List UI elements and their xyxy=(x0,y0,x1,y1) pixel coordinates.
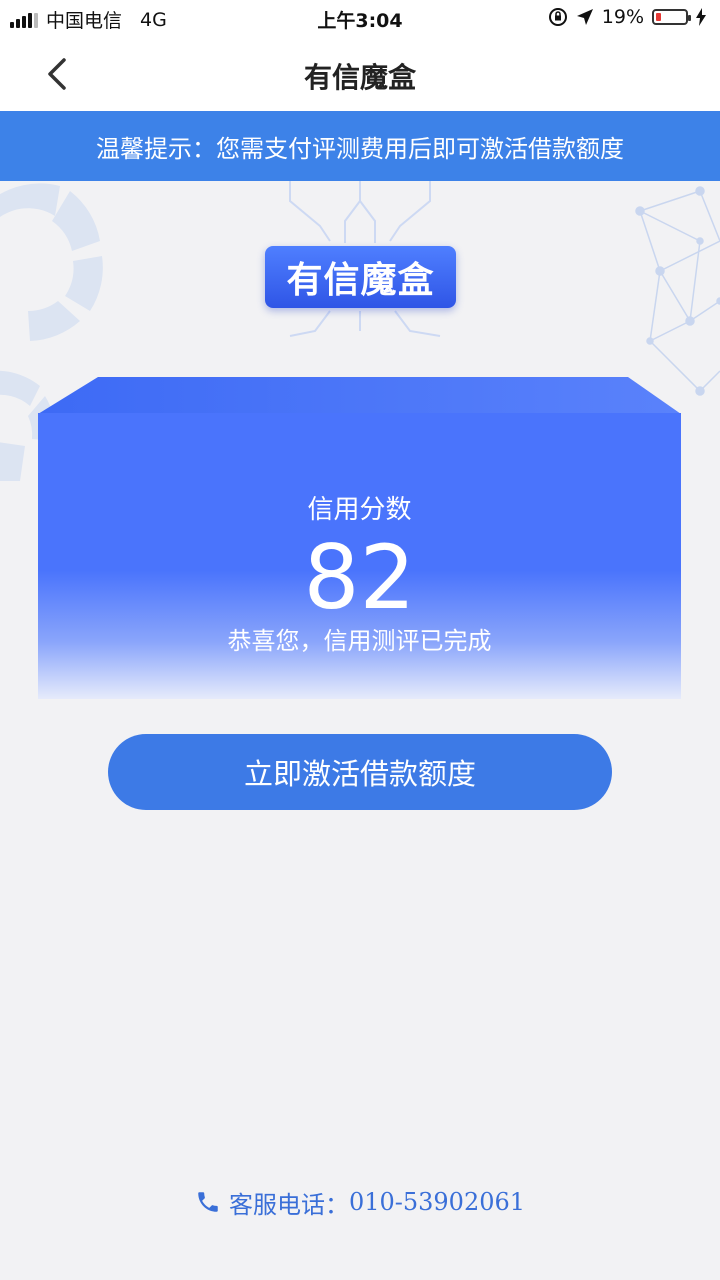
battery-percent: 19% xyxy=(601,6,644,28)
location-arrow-icon xyxy=(576,9,593,25)
status-bar: 中国电信 4G 上午3:04 19% xyxy=(0,0,720,36)
battery-fill xyxy=(656,13,661,21)
service-label: 客服电话： xyxy=(228,1190,349,1219)
card-lid xyxy=(38,377,681,414)
battery-icon xyxy=(652,9,691,25)
page-title: 有信魔盒 xyxy=(303,61,416,94)
score-label: 信用分数 xyxy=(307,495,412,525)
card-body: 信用分数 82 恭喜您，信用测评已完成 xyxy=(38,413,681,699)
notice-text: 温馨提示：您需支付评测费用后即可激活借款额度 xyxy=(96,134,624,163)
charging-bolt-icon xyxy=(696,8,706,26)
customer-service-footer: 客服电话： 010-53902061 xyxy=(0,1180,720,1224)
brand-logo: 有信魔盒 xyxy=(265,246,456,308)
phone-icon xyxy=(198,1192,218,1212)
orientation-lock-icon xyxy=(548,8,567,26)
notice-banner: 温馨提示：您需支付评测费用后即可激活借款额度 xyxy=(0,111,720,181)
score-card: 信用分数 82 恭喜您，信用测评已完成 xyxy=(38,377,681,699)
activate-credit-button[interactable]: 立即激活借款额度 xyxy=(108,734,612,810)
score-message: 恭喜您，信用测评已完成 xyxy=(227,627,492,655)
status-right: 19% xyxy=(548,6,706,28)
service-phone-link[interactable]: 010-53902061 xyxy=(349,1188,525,1216)
nav-bar: 有信魔盒 xyxy=(0,36,720,111)
score-value: 82 xyxy=(303,526,416,629)
